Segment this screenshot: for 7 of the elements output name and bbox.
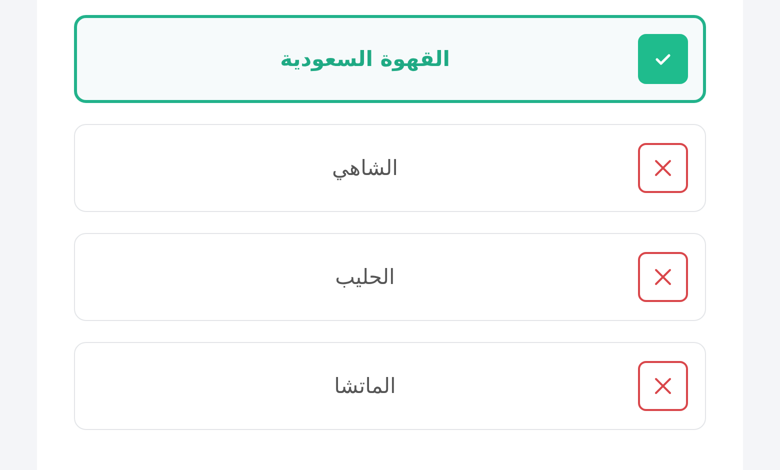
- answer-label: الحليب: [334, 265, 396, 289]
- answer-option[interactable]: الحليب: [74, 233, 706, 321]
- answer-label: القهوة السعودية: [279, 47, 451, 71]
- answer-option[interactable]: الشاهي: [74, 124, 706, 212]
- answer-label: الشاهي: [331, 156, 399, 180]
- answer-label: الماتشا: [333, 374, 397, 398]
- answer-option[interactable]: الماتشا: [74, 342, 706, 430]
